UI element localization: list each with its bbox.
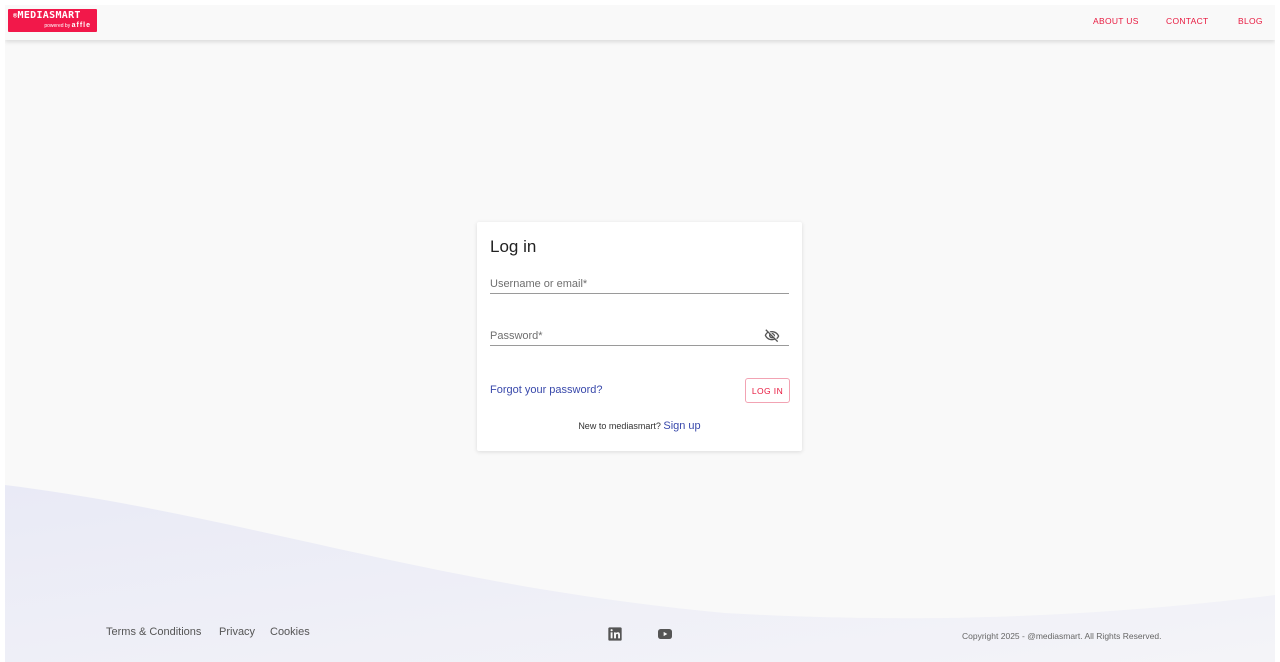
- login-title: Log in: [490, 237, 537, 256]
- nav-contact[interactable]: CONTACT: [1166, 16, 1209, 26]
- footer-privacy-link[interactable]: Privacy: [219, 626, 255, 638]
- footer-cookies-link[interactable]: Cookies: [270, 626, 310, 638]
- login-button[interactable]: LOG IN: [745, 378, 790, 403]
- top-navbar: ®MEDIASMART powered by affle ABOUT US CO…: [5, 5, 1275, 40]
- mediasmart-logo[interactable]: ®MEDIASMART powered by affle: [8, 9, 97, 32]
- linkedin-icon[interactable]: [606, 626, 624, 642]
- login-card: Log in Username or email* Password* Forg…: [477, 222, 802, 451]
- nav-about-us[interactable]: ABOUT US: [1093, 16, 1139, 26]
- username-field[interactable]: Username or email*: [490, 274, 789, 294]
- youtube-icon[interactable]: [656, 626, 674, 642]
- username-input[interactable]: [490, 274, 789, 293]
- signup-prompt: New to mediasmart? Sign up: [477, 420, 802, 432]
- logo-wordmark: ®MEDIASMART: [13, 10, 81, 21]
- password-input[interactable]: [490, 326, 789, 345]
- eye-off-icon[interactable]: [763, 328, 781, 344]
- footer-terms-link[interactable]: Terms & Conditions: [106, 626, 201, 638]
- logo-tagline: powered by affle: [44, 22, 91, 29]
- signup-prompt-text: New to mediasmart?: [578, 421, 661, 431]
- nav-blog[interactable]: BLOG: [1238, 16, 1263, 26]
- password-field[interactable]: Password*: [490, 326, 789, 346]
- page: ®MEDIASMART powered by affle ABOUT US CO…: [5, 5, 1275, 662]
- forgot-password-link[interactable]: Forgot your password?: [490, 384, 603, 396]
- signup-link[interactable]: Sign up: [663, 420, 700, 432]
- copyright-text: Copyright 2025 - @mediasmart. All Rights…: [962, 631, 1162, 641]
